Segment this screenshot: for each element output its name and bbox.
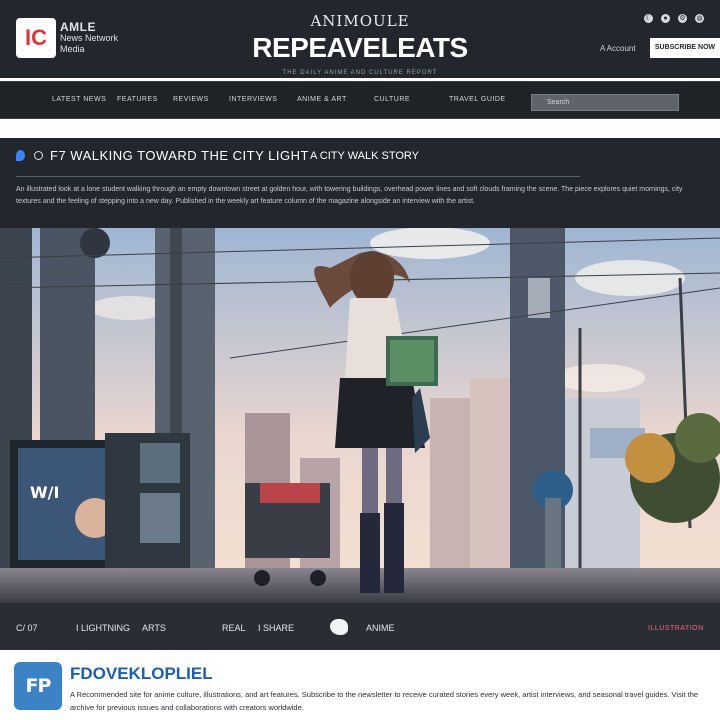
- nav-item-interviews[interactable]: INTERVIEWS: [229, 96, 277, 103]
- article-header: F7 WALKING TOWARD THE CITY LIGHT A CITY …: [0, 138, 720, 228]
- site-header: IC AMLE News Network Media ANIMOULE REPE…: [0, 0, 720, 78]
- theme-icon[interactable]: ☾: [644, 14, 653, 23]
- nav-item-culture[interactable]: CULTURE: [374, 96, 410, 103]
- footer-description: A Recommended site for anime culture, il…: [70, 690, 699, 712]
- caption-share[interactable]: I SHARE: [258, 623, 294, 633]
- hero-illustration[interactable]: W/I: [0, 228, 720, 603]
- caption-tag-real[interactable]: REAL: [222, 623, 246, 633]
- footer-logo[interactable]: FP: [14, 662, 62, 710]
- site-tagline: THE DAILY ANIME AND CULTURE REPORT: [282, 70, 438, 76]
- caption-tag-arts[interactable]: ARTS: [142, 623, 166, 633]
- article-lede: An illustrated look at a lone student wa…: [16, 186, 683, 205]
- account-link[interactable]: A Account: [600, 44, 636, 53]
- nav-item-travel[interactable]: TRAVEL GUIDE: [449, 96, 506, 103]
- top-icon-bar: ☾ ● ⚙ ◍: [644, 14, 704, 23]
- caption-index: C/ 07: [16, 623, 38, 633]
- search-input[interactable]: Search: [531, 94, 679, 111]
- masthead-kicker: ANIMOULE: [310, 12, 410, 30]
- site-footer: FP FDOVEKLOPLIEL A Recommended site for …: [0, 650, 720, 720]
- subscribe-button[interactable]: SUBSCRIBE NOW: [650, 38, 720, 58]
- caption-tag-lightning[interactable]: I LIGHTNING: [76, 623, 130, 633]
- footer-brand-name[interactable]: FDOVEKLOPLIEL: [70, 664, 213, 684]
- settings-icon[interactable]: ⚙: [678, 14, 687, 23]
- nav-item-anime-art[interactable]: ANIME & ART: [297, 96, 347, 103]
- caption-bar: C/ 07 I LIGHTNING ARTS REAL I SHARE ANIM…: [0, 603, 720, 650]
- caption-tag-anime[interactable]: ANIME: [366, 623, 395, 633]
- share-icon[interactable]: [330, 619, 348, 635]
- nav-item-latest[interactable]: LATEST NEWS: [52, 96, 106, 103]
- city-street-scene: W/I: [0, 228, 720, 603]
- spacer: [0, 120, 720, 138]
- nav-item-features[interactable]: FEATURES: [117, 96, 158, 103]
- article-subhead: A CITY WALK STORY: [310, 150, 420, 162]
- divider: [16, 176, 580, 177]
- nav-item-reviews[interactable]: REVIEWS: [173, 96, 209, 103]
- circle-icon: [34, 151, 43, 160]
- main-nav: LATEST NEWS FEATURES REVIEWS INTERVIEWS …: [0, 81, 720, 119]
- svg-text:W/I: W/I: [30, 483, 59, 502]
- location-pin-icon: [16, 150, 25, 161]
- illustration-credit: ILLUSTRATION: [648, 625, 704, 632]
- user-icon[interactable]: ●: [661, 14, 670, 23]
- globe-icon[interactable]: ◍: [695, 14, 704, 23]
- article-headline[interactable]: F7 WALKING TOWARD THE CITY LIGHT: [50, 148, 309, 163]
